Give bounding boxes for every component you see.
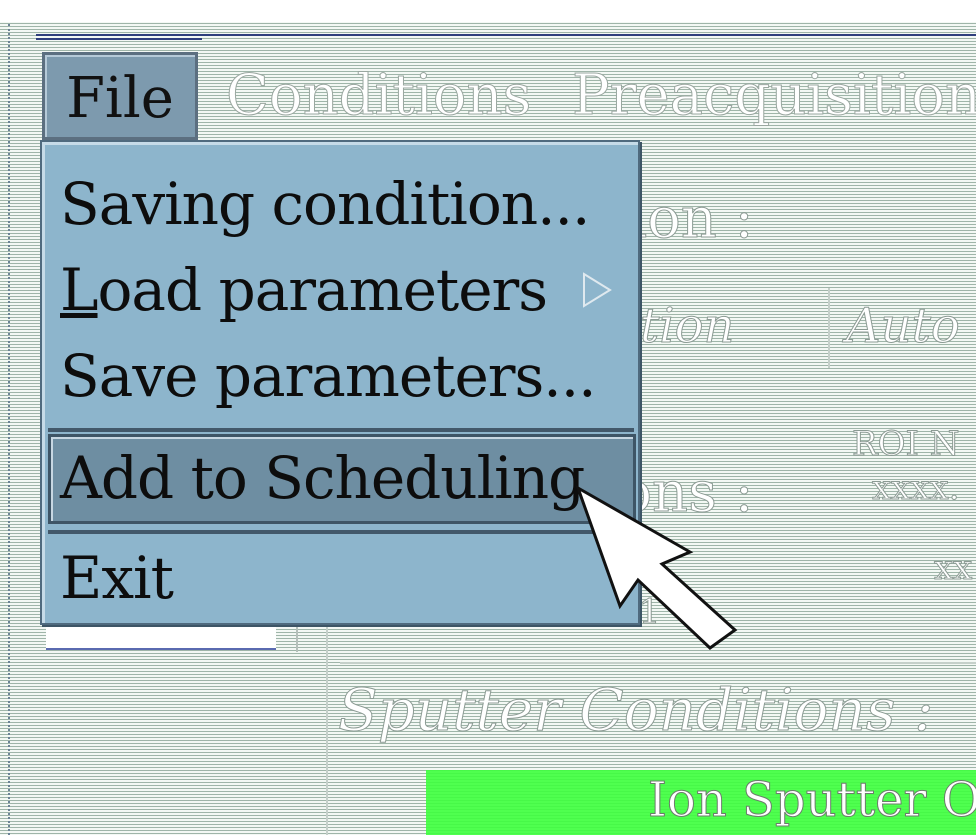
ion-sputter-label: Ion Sputter OI	[647, 772, 976, 829]
section-divider	[340, 662, 976, 664]
mouse-pointer-icon	[575, 484, 738, 650]
roi-value: xxxx.	[872, 468, 961, 509]
menu-file[interactable]: File	[42, 52, 198, 140]
left-rail	[8, 24, 34, 835]
column-divider	[828, 288, 830, 368]
mnemonic-letter: L	[60, 256, 99, 324]
roi-label: ROI N	[851, 424, 960, 465]
menu-conditions[interactable]: Conditions	[225, 52, 531, 140]
top-strip	[0, 0, 976, 22]
menu-item-load-parameters[interactable]: Load parameters	[60, 256, 549, 324]
menu-separator	[48, 428, 634, 432]
title-line-active	[36, 38, 202, 40]
menu-preacquisition[interactable]: Preacquisition	[571, 52, 976, 140]
menu-item-save-parameters[interactable]: Save parameters...	[60, 342, 597, 410]
menu-item-add-to-scheduling[interactable]: Add to Scheduling	[60, 444, 585, 512]
value-xx: xx	[933, 548, 973, 589]
triangle-right-icon	[583, 272, 612, 308]
menu-item-saving-condition[interactable]: Saving condition...	[60, 170, 590, 238]
file-menu-dropdown: Saving condition... Load parameters Save…	[40, 140, 640, 625]
menu-separator	[48, 530, 634, 534]
panel-divider	[326, 620, 328, 835]
menu-item-exit[interactable]: Exit	[60, 544, 174, 612]
column-header-auto: Auto	[846, 298, 961, 355]
title-line	[36, 34, 976, 36]
menubar: File Conditions Preacquisition	[36, 52, 976, 140]
sputter-conditions-heading: Sputter Conditions :	[338, 676, 935, 745]
menu-item-label: oad parameters	[97, 256, 549, 324]
